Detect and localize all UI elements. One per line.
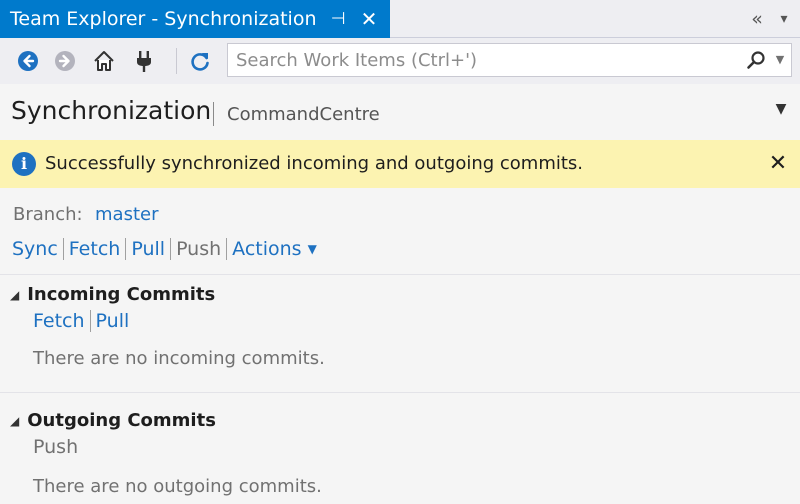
connect-button[interactable] — [130, 47, 158, 75]
link-separator — [89, 310, 91, 332]
info-bar: i Successfully synchronized incoming and… — [0, 140, 800, 188]
search-options-dropdown-icon[interactable]: ▼ — [772, 47, 788, 73]
search-icon — [747, 51, 765, 69]
tab-title: Team Explorer - Synchronization — [10, 8, 317, 30]
incoming-fetch-link[interactable]: Fetch — [33, 310, 85, 332]
overflow-icon[interactable]: « — [744, 6, 770, 32]
link-separator — [125, 238, 127, 260]
info-message: Successfully synchronized incoming and o… — [45, 153, 584, 174]
branch-link[interactable]: master — [95, 204, 158, 225]
refresh-button[interactable] — [186, 47, 214, 75]
search-button[interactable] — [742, 47, 770, 73]
home-button[interactable] — [90, 47, 118, 75]
refresh-icon — [191, 53, 209, 71]
tab-strip: Team Explorer - Synchronization ⊣ ✕ « ▾ — [0, 0, 800, 38]
forward-icon — [55, 51, 75, 71]
link-separator — [62, 238, 64, 260]
outgoing-empty-message: There are no outgoing commits. — [33, 476, 322, 497]
outgoing-commits-header[interactable]: ◢ Outgoing Commits — [10, 410, 216, 431]
push-link: Push — [176, 238, 222, 260]
tab-list-dropdown-icon[interactable]: ▾ — [772, 6, 796, 32]
search-work-items-input[interactable]: Search Work Items (Ctrl+') ▼ — [227, 43, 792, 77]
close-info-icon[interactable]: ✕ — [764, 150, 792, 178]
incoming-commits-title: Incoming Commits — [27, 284, 216, 305]
forward-button[interactable] — [51, 47, 79, 75]
incoming-commits-header[interactable]: ◢ Incoming Commits — [10, 284, 215, 305]
collapse-triangle-icon[interactable]: ◢ — [10, 288, 19, 302]
actions-dropdown-icon[interactable]: ▼ — [308, 242, 317, 256]
outgoing-actions-bar: Push — [33, 436, 78, 458]
back-button[interactable] — [14, 47, 42, 75]
section-divider — [0, 274, 800, 275]
page-menu-dropdown-icon[interactable]: ▼ — [770, 98, 792, 120]
sync-link[interactable]: Sync — [12, 238, 58, 260]
link-separator — [170, 238, 172, 260]
close-tab-icon[interactable]: ✕ — [356, 6, 382, 32]
collapse-triangle-icon[interactable]: ◢ — [10, 414, 19, 428]
tab-team-explorer[interactable]: Team Explorer - Synchronization ⊣ ✕ — [0, 0, 390, 38]
pin-icon[interactable]: ⊣ — [326, 6, 350, 32]
incoming-empty-message: There are no incoming commits. — [33, 348, 325, 369]
outgoing-push-link: Push — [33, 436, 79, 458]
synchronization-content: Branch: master Sync Fetch Pull Push Acti… — [0, 188, 800, 504]
page-header: Synchronization CommandCentre ▼ — [0, 84, 800, 140]
title-separator — [213, 102, 214, 126]
branch-label: Branch: — [13, 204, 83, 225]
incoming-actions-bar: Fetch Pull — [33, 310, 129, 332]
incoming-pull-link[interactable]: Pull — [96, 310, 130, 332]
search-placeholder: Search Work Items (Ctrl+') — [236, 50, 478, 71]
outgoing-commits-title: Outgoing Commits — [27, 410, 216, 431]
connect-icon — [137, 51, 151, 72]
page-title: Synchronization — [11, 96, 212, 125]
fetch-link[interactable]: Fetch — [69, 238, 121, 260]
sync-actions-bar: Sync Fetch Pull Push Actions ▼ — [12, 238, 317, 260]
pull-link[interactable]: Pull — [131, 238, 165, 260]
home-icon — [94, 51, 114, 71]
repository-name[interactable]: CommandCentre — [227, 104, 380, 125]
toolbar-separator — [176, 48, 177, 74]
link-separator — [226, 238, 228, 260]
back-icon — [18, 51, 38, 71]
section-divider — [0, 392, 800, 393]
info-icon: i — [12, 152, 36, 176]
actions-menu[interactable]: Actions — [232, 238, 301, 260]
